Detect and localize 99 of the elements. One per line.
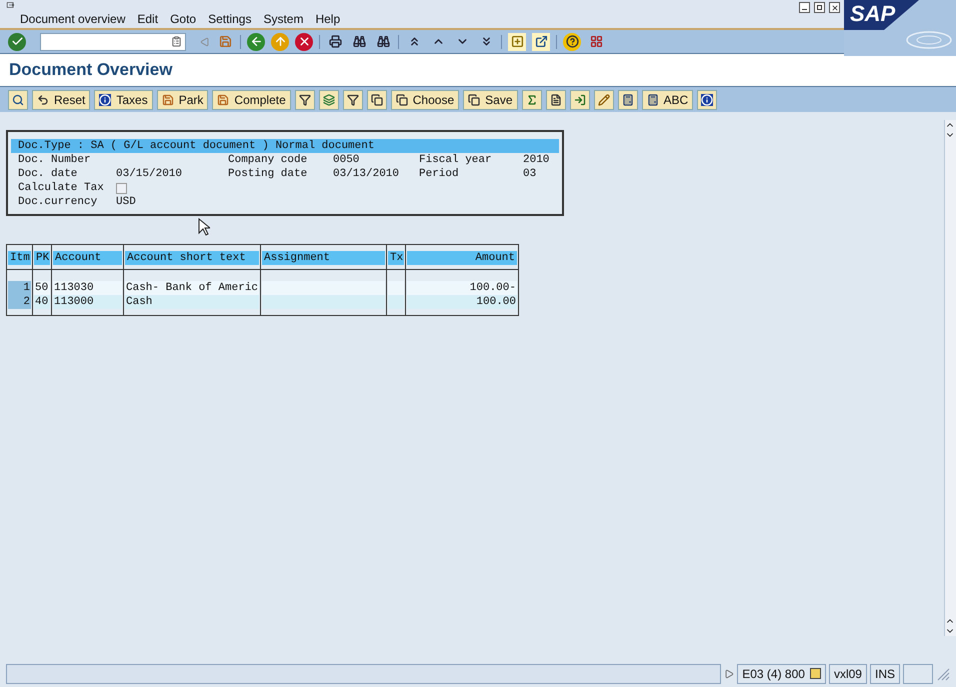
field-value: 0050 (333, 153, 360, 167)
menu-item[interactable]: Edit (137, 10, 158, 28)
filter-icon (298, 94, 311, 106)
row-number[interactable]: 2 (8, 295, 31, 309)
reset-icon (37, 94, 49, 106)
info-icon (99, 94, 112, 106)
field-value: USD (116, 195, 136, 209)
copy-icon (468, 94, 480, 106)
toolbar-button[interactable]: Taxes (94, 90, 153, 110)
toolbar-button[interactable]: Save (463, 90, 518, 110)
funnel-icon (346, 94, 359, 106)
copy-icon (370, 94, 383, 106)
field-label: Doc. Number (18, 153, 92, 167)
table-cell: 113030 (53, 281, 122, 295)
field-value: 03/15/2010 (116, 167, 184, 181)
menu-item[interactable]: Settings (208, 10, 252, 28)
cancel-icon[interactable] (295, 32, 313, 50)
list-icon[interactable] (810, 668, 821, 679)
field-label: Period (419, 167, 460, 181)
back-icon[interactable] (247, 32, 265, 50)
toolbar-button[interactable] (366, 90, 387, 110)
tax-checkbox[interactable] (116, 182, 127, 194)
toolbar-button[interactable]: Park (156, 90, 208, 110)
info-icon (701, 94, 714, 106)
table-cell: 100.00 (407, 295, 517, 309)
menu-item[interactable]: System (263, 10, 304, 28)
minimize-icon[interactable] (799, 2, 810, 13)
save-icon (162, 94, 174, 106)
import-icon (574, 94, 586, 106)
toolbar-button[interactable]: ABC (642, 90, 694, 110)
toolbar-button[interactable] (697, 90, 718, 110)
input-mode: INS (870, 664, 900, 684)
restore-icon[interactable] (814, 2, 825, 13)
field-value: 03 (523, 167, 538, 181)
field-label: Doc.currency (18, 195, 98, 209)
toolbar-button[interactable] (594, 90, 614, 110)
table-cell: 40 (34, 295, 50, 309)
toolbar-button[interactable] (294, 90, 315, 110)
new-session-icon[interactable] (508, 32, 526, 50)
page-title: Document Overview (9, 59, 172, 82)
pencil-icon (598, 94, 610, 106)
sigma-icon (526, 94, 538, 106)
table-cell (388, 281, 404, 295)
menu-item[interactable]: Help (315, 10, 340, 28)
column-header[interactable]: Assignment (262, 251, 385, 265)
column-header[interactable]: Account short text (125, 251, 259, 265)
toolbar-button[interactable]: Reset (32, 90, 90, 110)
close-icon[interactable] (829, 2, 840, 13)
field-value: 03/13/2010 (333, 167, 400, 181)
save-icon (217, 94, 230, 106)
shortcut-icon[interactable] (532, 32, 550, 50)
toolbar-button[interactable] (342, 90, 363, 110)
check-icon[interactable] (8, 32, 26, 50)
field-value: 2010 (523, 153, 550, 167)
field-label: Doc. date (18, 167, 78, 181)
table-cell: Cash- Bank of Americ (125, 281, 259, 295)
table-cell: 113000 (53, 295, 122, 309)
column-header[interactable]: Amount (407, 251, 517, 265)
dropdown-icon[interactable] (171, 36, 182, 47)
document-icon (550, 94, 562, 106)
triangle-icon[interactable] (724, 668, 734, 678)
table-cell: 100.00- (407, 281, 517, 295)
toolbar-button[interactable] (8, 90, 28, 110)
toolbar-button[interactable] (522, 90, 542, 110)
toolbar-button[interactable] (546, 90, 566, 110)
menu-item[interactable]: Goto (170, 10, 196, 28)
toolbar-button[interactable] (570, 90, 590, 110)
column-header[interactable]: PK (34, 251, 50, 265)
column-header[interactable]: Itm (8, 251, 31, 265)
column-header[interactable]: Account (53, 251, 122, 265)
copy-icon (396, 94, 408, 106)
toolbar-button[interactable]: Choose (390, 90, 460, 110)
menu-icon[interactable] (4, 2, 17, 8)
display-icon (12, 94, 24, 106)
pointer-icon (198, 218, 210, 236)
resize-grip-icon[interactable] (936, 666, 950, 680)
table-cell (388, 295, 404, 309)
table-cell: 50 (34, 281, 50, 295)
server-name: vxl09 (828, 664, 867, 684)
menu-item[interactable]: Document overview (20, 10, 126, 28)
vertical-scrollbar[interactable] (944, 120, 956, 636)
column-header[interactable]: Tx (388, 251, 404, 265)
stack-icon (322, 94, 335, 106)
row-number[interactable]: 1 (8, 281, 31, 295)
field-label: Company code (228, 153, 308, 167)
toolbar-button[interactable]: Complete (212, 90, 291, 110)
field-label: Posting date (228, 167, 308, 181)
field-label: Calculate Tax (18, 181, 105, 195)
field-label: Fiscal year (419, 153, 493, 167)
table-cell: Cash (125, 295, 259, 309)
command-field[interactable] (40, 32, 186, 50)
help-icon[interactable] (563, 32, 581, 50)
calculator-icon (622, 94, 634, 106)
system-info: E03 (4) 800 (742, 666, 805, 682)
triangle-icon (200, 36, 210, 46)
calculator-icon (646, 94, 658, 106)
toolbar-button[interactable] (618, 90, 638, 110)
status-field (903, 664, 933, 684)
logo: SAP (844, 0, 956, 56)
